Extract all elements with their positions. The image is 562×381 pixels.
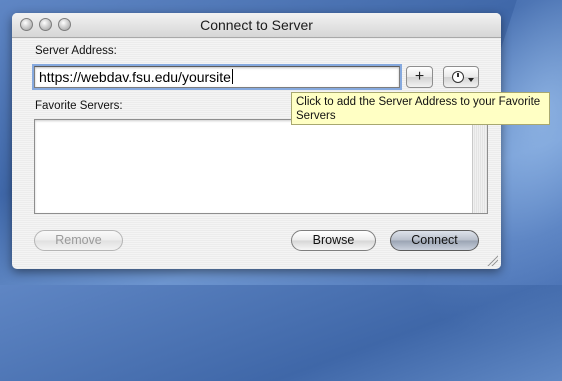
favorite-servers-label: Favorite Servers: [35, 100, 123, 112]
tooltip: Click to add the Server Address to your … [291, 92, 550, 125]
recent-servers-button[interactable] [443, 66, 479, 88]
connect-to-server-window: Connect to Server Server Address: https:… [12, 13, 501, 269]
title-bar[interactable]: Connect to Server [12, 13, 501, 38]
connect-button[interactable]: Connect [390, 230, 479, 251]
favorite-servers-list[interactable] [34, 119, 488, 214]
add-favorite-button[interactable]: + [406, 66, 433, 88]
server-address-value: https://webdav.fsu.edu/yoursite [39, 69, 231, 85]
browse-button[interactable]: Browse [291, 230, 376, 251]
clock-icon [452, 71, 464, 83]
text-caret [231, 69, 233, 84]
window-title: Connect to Server [200, 17, 313, 33]
remove-button[interactable]: Remove [34, 230, 123, 251]
plus-icon: + [414, 68, 425, 85]
favorites-scrollbar[interactable] [472, 120, 487, 213]
chevron-down-icon [468, 78, 474, 82]
resize-grip-icon[interactable] [486, 254, 498, 266]
server-address-label: Server Address: [35, 45, 117, 57]
server-address-input[interactable]: https://webdav.fsu.edu/yoursite [34, 66, 400, 88]
